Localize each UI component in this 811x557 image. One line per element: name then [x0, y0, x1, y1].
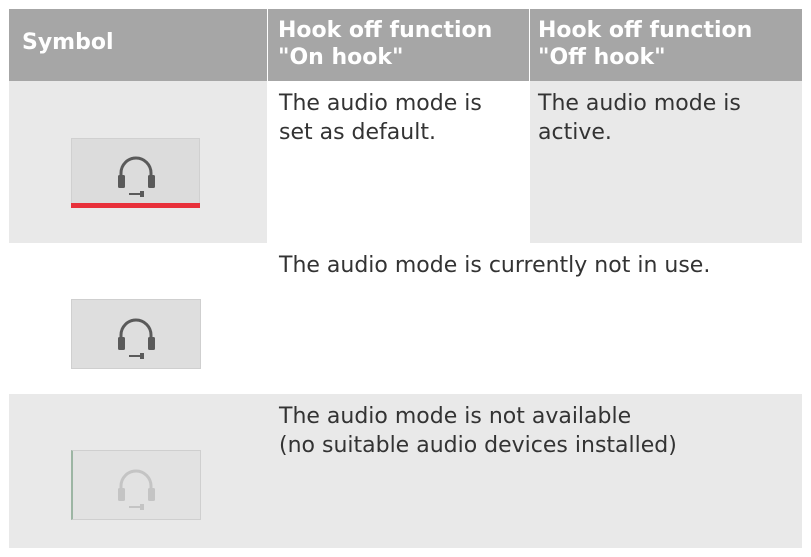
symbol-cell	[9, 81, 267, 243]
off-hook-cell: The audio mode is active.	[530, 81, 802, 243]
headset-icon	[118, 469, 155, 510]
header-divider	[529, 9, 530, 81]
header-symbol: Symbol	[9, 9, 267, 81]
text-line: active.	[538, 120, 612, 145]
headset-icon	[118, 318, 155, 359]
hook-off-symbol-table: Symbol Hook off function "On hook" Hook …	[9, 9, 802, 548]
active-indicator-bar	[71, 203, 200, 208]
text-line: The audio mode is	[538, 91, 741, 116]
audio-mode-default-button[interactable]	[71, 138, 200, 208]
audio-mode-disabled-button	[71, 450, 201, 520]
table-row: The audio mode is currently not in use.	[9, 243, 802, 394]
header-off-hook-line2: "Off hook"	[538, 45, 666, 70]
header-divider	[267, 9, 268, 81]
header-on-hook: Hook off function "On hook"	[267, 9, 529, 81]
header-on-hook-line1: Hook off function	[278, 18, 493, 43]
on-hook-text: The audio mode is set as default.	[267, 81, 529, 147]
description-cell: The audio mode is not available (no suit…	[267, 394, 802, 548]
symbol-cell	[9, 243, 267, 394]
on-hook-cell: The audio mode is set as default.	[267, 81, 529, 243]
text-line: The audio mode is not available	[279, 404, 632, 429]
description-cell: The audio mode is currently not in use.	[267, 243, 802, 394]
text-line: set as default.	[279, 120, 436, 145]
off-hook-text: The audio mode is active.	[530, 81, 802, 147]
text-line: The audio mode is	[279, 91, 482, 116]
description-text: The audio mode is currently not in use.	[267, 243, 802, 280]
text-line: The audio mode is currently not in use.	[279, 253, 711, 278]
table-header: Symbol Hook off function "On hook" Hook …	[9, 9, 802, 81]
header-off-hook-line1: Hook off function	[538, 18, 753, 43]
table-row: The audio mode is not available (no suit…	[9, 394, 802, 548]
text-line: (no suitable audio devices installed)	[279, 433, 677, 458]
audio-mode-inactive-button[interactable]	[71, 299, 201, 369]
header-off-hook: Hook off function "Off hook"	[529, 9, 802, 81]
header-on-hook-line2: "On hook"	[278, 45, 404, 70]
table-row: The audio mode is set as default. The au…	[9, 81, 802, 243]
headset-icon	[118, 156, 155, 197]
symbol-cell	[9, 394, 267, 548]
description-text: The audio mode is not available (no suit…	[267, 394, 802, 460]
header-symbol-label: Symbol	[22, 30, 114, 55]
